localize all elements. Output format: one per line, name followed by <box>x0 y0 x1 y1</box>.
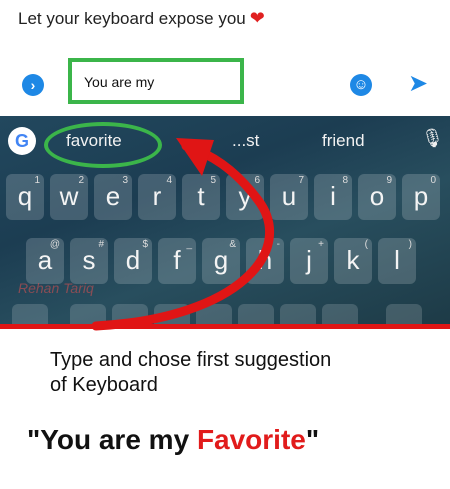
result-prefix: "You are my <box>27 424 197 455</box>
result-sentence: "You are my Favorite" <box>27 424 319 456</box>
curved-arrow <box>91 138 274 331</box>
divider-line <box>0 324 450 329</box>
result-suffix: " <box>305 424 320 455</box>
result-highlight: Favorite <box>196 424 306 455</box>
instruction-line-1: Type and chose first suggestion <box>50 349 332 371</box>
instruction-line-2: of Keyboard <box>50 374 158 396</box>
